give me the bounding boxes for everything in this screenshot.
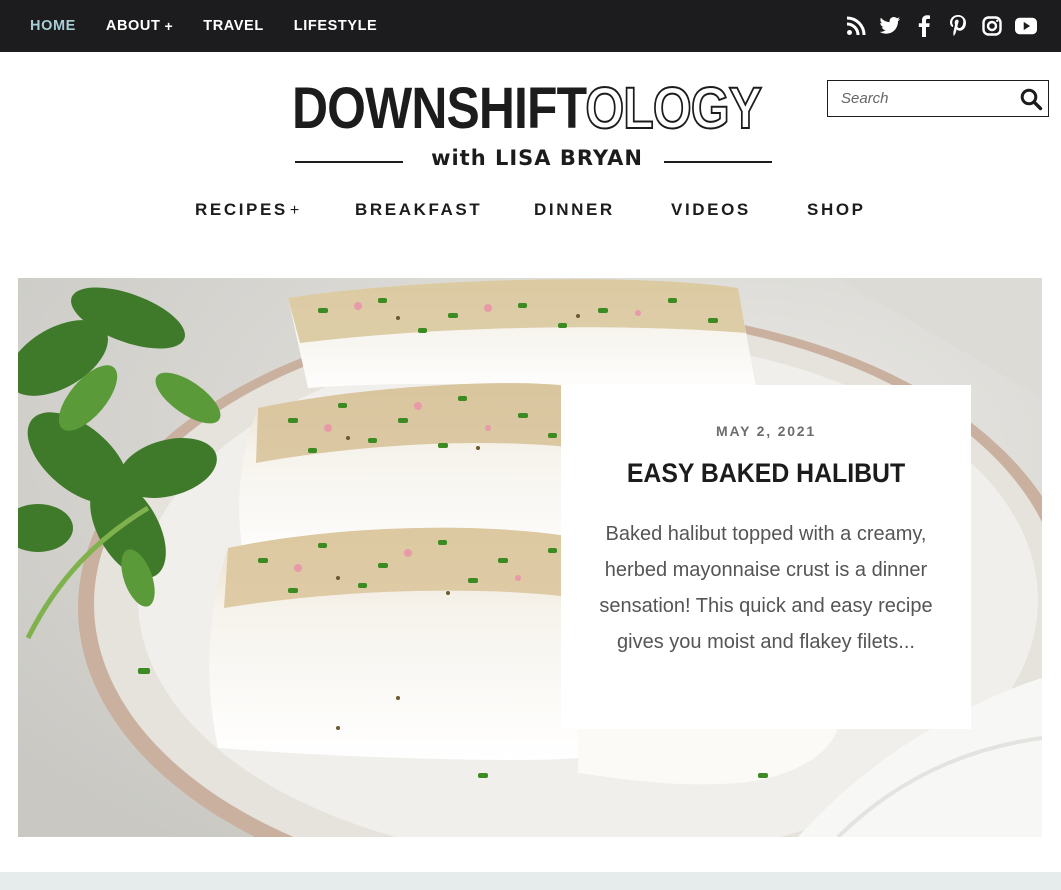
- logo-wordmark-dark: DOWNSHIFT: [292, 76, 586, 141]
- logo-divider-right: [664, 161, 772, 163]
- top-nav-home[interactable]: HOME: [30, 18, 76, 34]
- post-date: MAY 2, 2021: [716, 423, 816, 439]
- post-title: EASY BAKED HALIBUT: [577, 458, 954, 489]
- top-nav-about[interactable]: ABOUT +: [106, 18, 173, 34]
- next-section-band: [0, 872, 1061, 890]
- main-nav-shop[interactable]: SHOP: [807, 200, 866, 220]
- main-nav-videos[interactable]: VIDEOS: [671, 200, 751, 220]
- top-nav-about-label: ABOUT: [105, 18, 161, 34]
- top-bar: HOME ABOUT + TRAVEL LIFESTYLE: [0, 0, 1061, 52]
- top-nav-lifestyle[interactable]: LIFESTYLE: [294, 18, 378, 34]
- youtube-icon[interactable]: [1015, 15, 1037, 37]
- logo-divider-left: [295, 161, 403, 163]
- main-nav-breakfast-label: BREAKFAST: [355, 200, 483, 219]
- pinterest-icon[interactable]: [947, 15, 969, 37]
- search-icon[interactable]: [1019, 87, 1043, 111]
- main-nav-recipes-label: RECIPES: [195, 200, 288, 219]
- site-logo[interactable]: DOWNSHIFTOLOGY with LISA BRYAN: [292, 79, 772, 175]
- search-box: [827, 80, 1049, 117]
- logo-subtitle: with LISA BRYAN: [431, 146, 643, 170]
- logo-wordmark: DOWNSHIFTOLOGY: [292, 79, 763, 139]
- main-nav-shop-label: SHOP: [807, 200, 866, 219]
- plus-icon: +: [164, 18, 174, 34]
- main-nav-dinner[interactable]: DINNER: [534, 200, 615, 220]
- social-links: [845, 0, 1037, 52]
- main-nav-recipes[interactable]: RECIPES +: [195, 200, 299, 220]
- main-nav-videos-label: VIDEOS: [671, 200, 751, 219]
- twitter-icon[interactable]: [879, 15, 901, 37]
- logo-wordmark-outline: OLOGY: [585, 76, 763, 141]
- search-input[interactable]: [828, 81, 1018, 116]
- rss-icon[interactable]: [845, 15, 867, 37]
- facebook-icon[interactable]: [913, 15, 935, 37]
- top-nav-travel-label: TRAVEL: [203, 18, 264, 34]
- featured-post-card: MAY 2, 2021 EASY BAKED HALIBUT Baked hal…: [561, 385, 971, 729]
- top-nav-lifestyle-label: LIFESTYLE: [293, 18, 378, 34]
- main-nav: RECIPES + BREAKFAST DINNER VIDEOS SHOP: [0, 200, 1061, 228]
- main-nav-breakfast[interactable]: BREAKFAST: [355, 200, 482, 220]
- plus-icon: +: [289, 202, 300, 219]
- post-excerpt: Baked halibut topped with a creamy, herb…: [599, 523, 933, 653]
- top-nav-home-label: HOME: [30, 18, 76, 34]
- post-title-link[interactable]: EASY BAKED HALIBUT: [627, 458, 905, 488]
- top-nav-travel[interactable]: TRAVEL: [203, 18, 264, 34]
- top-nav: HOME ABOUT + TRAVEL LIFESTYLE: [30, 0, 407, 52]
- main-nav-dinner-label: DINNER: [534, 200, 615, 219]
- instagram-icon[interactable]: [981, 15, 1003, 37]
